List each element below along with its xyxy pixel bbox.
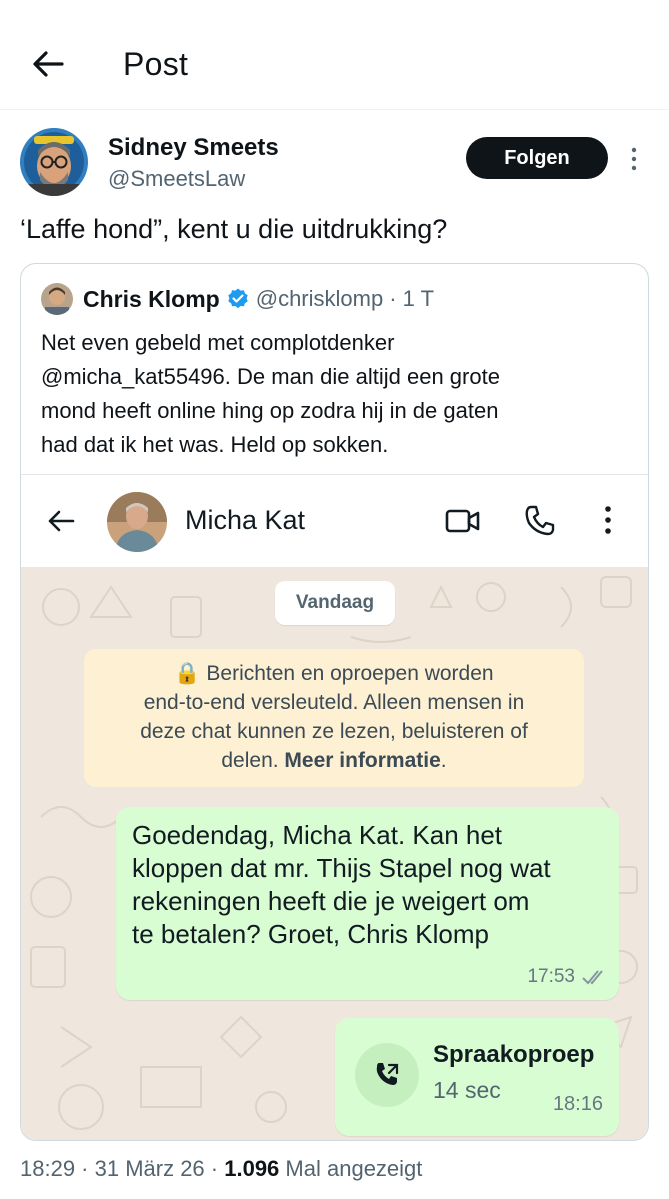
encryption-line: delen. Meer informatie.: [84, 746, 584, 775]
encryption-last-suffix: .: [440, 749, 447, 772]
more-options-icon[interactable]: [624, 144, 644, 174]
whatsapp-screenshot-image[interactable]: Micha Kat Vandaag 🔒 Berichten en oproepe…: [21, 474, 648, 1140]
quoted-text-line: @micha_kat55496. De man die altijd een g…: [41, 364, 500, 389]
message-time: 17:53: [527, 966, 575, 987]
more-info-link: Meer informatie: [284, 749, 441, 772]
outgoing-message-bubble: Goedendag, Micha Kat. Kan het kloppen da…: [116, 807, 619, 1000]
message-line: rekeningen heeft die je weigert om: [132, 886, 530, 916]
outgoing-call-icon: [355, 1043, 419, 1107]
views-count: 1.096: [224, 1156, 280, 1181]
follow-button[interactable]: Folgen: [466, 137, 608, 179]
quoted-text-line: Net even gebeld met complotdenker: [41, 330, 395, 355]
quoted-post-time: · 1 T: [389, 286, 435, 311]
quoted-text-line: mond heeft online hing op zodra hij in d…: [41, 398, 499, 423]
message-text: Goedendag, Micha Kat. Kan het kloppen da…: [132, 819, 612, 951]
quoted-post-text: Net even gebeld met complotdenker @micha…: [41, 326, 631, 462]
call-time: 18:16: [552, 1093, 603, 1115]
encryption-line: 🔒 Berichten en oproepen worden: [174, 662, 494, 685]
contact-avatar: [107, 492, 167, 552]
read-ticks-icon: [581, 968, 609, 986]
page-title: Post: [123, 46, 189, 82]
views-label: Mal angezeigt: [285, 1156, 423, 1181]
encryption-notice: 🔒 Berichten en oproepen worden end-to-en…: [84, 649, 584, 787]
author-avatar[interactable]: [20, 128, 88, 196]
quoted-post-header: Chris Klomp @chrisklomp · 1 T: [41, 283, 641, 315]
contact-name: Micha Kat: [185, 505, 306, 535]
quoted-author-name: Chris Klomp: [83, 285, 220, 312]
whatsapp-back-arrow-icon: [45, 505, 77, 537]
post-text: ‘Laffe hond”, kent u die uitdrukking?: [20, 214, 448, 244]
verified-badge-icon: [226, 287, 250, 311]
message-line: kloppen dat mr. Thijs Stapel nog wat: [132, 853, 551, 883]
quoted-text-line: had dat ik het was. Held op sokken.: [41, 432, 389, 457]
back-arrow-icon[interactable]: [28, 44, 68, 84]
post-timestamp[interactable]: 18:29 · 31 März 26 ·: [20, 1156, 218, 1181]
video-call-icon: [445, 505, 481, 537]
date-separator: Vandaag: [275, 581, 395, 625]
call-duration: 14 sec: [433, 1077, 501, 1103]
whatsapp-menu-icon: [601, 503, 615, 537]
encryption-line: end-to-end versleuteld. Alleen mensen in: [143, 691, 525, 714]
whatsapp-chat-header: Micha Kat: [21, 475, 648, 567]
message-line: te betalen? Groet, Chris Klomp: [132, 919, 489, 949]
post-meta: 18:29 · 31 März 26 · 1.096 Mal angezeigt: [20, 1156, 422, 1182]
encryption-line: deze chat kunnen ze lezen, beluisteren o…: [140, 720, 528, 743]
quoted-post[interactable]: Chris Klomp @chrisklomp · 1 T Net even g…: [20, 263, 649, 1141]
quoted-author-handle: @chrisklomp: [255, 286, 384, 311]
voice-call-bubble: Spraakoproep 14 sec 18:16: [335, 1018, 619, 1136]
post-author-row: Sidney Smeets @SmeetsLaw Folgen: [0, 124, 669, 204]
author-name[interactable]: Sidney Smeets: [108, 134, 279, 162]
voice-call-icon: [523, 503, 557, 537]
message-line: Goedendag, Micha Kat. Kan het: [132, 820, 503, 850]
whatsapp-chat-area: Vandaag 🔒 Berichten en oproepen worden e…: [21, 567, 648, 1140]
author-handle[interactable]: @SmeetsLaw: [108, 166, 245, 192]
encryption-last-prefix: delen.: [221, 749, 279, 772]
top-bar: Post: [0, 0, 669, 110]
quoted-author-avatar: [41, 283, 73, 315]
call-title: Spraakoproep: [433, 1041, 595, 1068]
